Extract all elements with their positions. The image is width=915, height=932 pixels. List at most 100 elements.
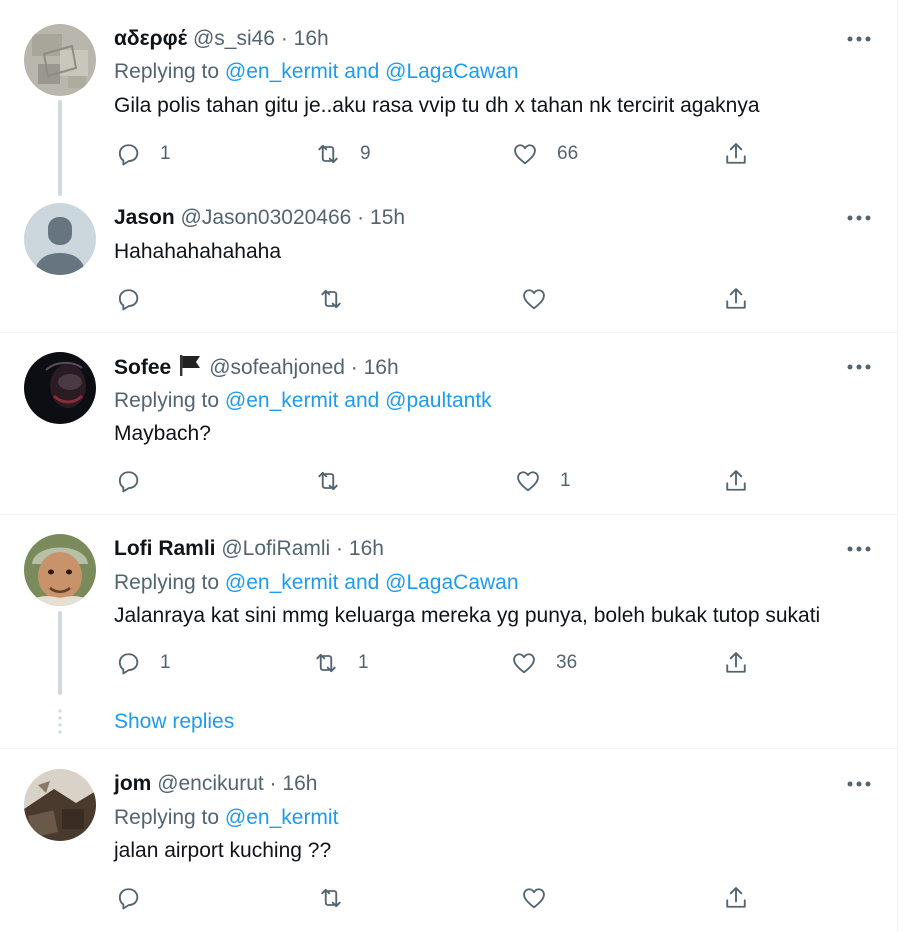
share-upload-icon (726, 652, 746, 673)
replying-mentions[interactable]: @en_kermit and @paultantk (225, 389, 492, 412)
share-button[interactable] (722, 464, 750, 498)
like-button[interactable] (520, 282, 548, 316)
heart-icon (514, 144, 536, 165)
retweet-button[interactable]: 1 (312, 646, 369, 680)
like-count: 1 (560, 470, 571, 491)
heart-icon (517, 471, 539, 492)
retweet-arrows-icon (318, 144, 338, 164)
retweet-button[interactable] (314, 464, 342, 498)
share-button[interactable] (722, 646, 750, 680)
avatar[interactable] (24, 203, 96, 275)
tweet-3[interactable]: Sofee @sofeahjoned · 16h Replying to @en_… (0, 333, 898, 514)
reply-feed: αδερφέ @s_si46 · 16h Replying to @en_ker… (0, 0, 898, 932)
heart-icon (523, 289, 545, 310)
separator: · (274, 27, 294, 50)
reply-bubble-icon (118, 888, 139, 910)
author-handle[interactable]: @s_si46 (193, 27, 275, 50)
like-count: 66 (557, 143, 579, 164)
reply-bubble-icon (118, 471, 139, 493)
thread-more-dots (58, 709, 62, 734)
replying-mentions[interactable]: @en_kermit and @LagaCawan (225, 60, 519, 83)
separator: · (330, 537, 349, 560)
reply-bubble-icon (118, 289, 139, 311)
retweet-button[interactable] (317, 881, 345, 915)
timestamp[interactable]: 16h (294, 27, 329, 50)
reply-bubble-icon (118, 144, 139, 166)
reply-count: 1 (160, 143, 171, 164)
avatar-image (24, 769, 96, 841)
tweet-2[interactable]: Jason @Jason03020466 · 15h Hahahahahahah… (0, 196, 898, 332)
separator: · (344, 356, 364, 379)
avatar[interactable] (24, 534, 96, 606)
avatar[interactable] (24, 352, 96, 424)
author-handle[interactable]: @encikurut (157, 772, 264, 795)
retweet-count: 9 (360, 143, 371, 164)
reply-button[interactable] (114, 282, 142, 316)
author-name[interactable]: jom (114, 772, 151, 795)
timestamp[interactable]: 16h (282, 772, 317, 795)
tweet-4[interactable]: Lofi Ramli @LofiRamli · 16h Replying to … (0, 515, 898, 748)
more-dots-icon[interactable] (846, 779, 872, 789)
share-button[interactable] (722, 137, 750, 171)
share-upload-icon (726, 887, 746, 908)
timestamp[interactable]: 16h (364, 356, 399, 379)
separator: · (351, 206, 371, 229)
avatar[interactable] (24, 769, 96, 841)
more-dots-icon[interactable] (846, 544, 872, 554)
author-name[interactable]: Jason (114, 206, 175, 229)
separator: · (263, 772, 283, 795)
like-button[interactable]: 66 (511, 137, 578, 171)
avatar[interactable] (24, 24, 96, 96)
author-handle[interactable]: @LofiRamli (221, 537, 330, 560)
replying-label: Replying to (114, 60, 225, 83)
reply-button[interactable] (114, 464, 142, 498)
avatar-image (24, 24, 96, 96)
timestamp[interactable]: 16h (349, 537, 384, 560)
replying-mentions[interactable]: @en_kermit (225, 806, 339, 829)
default-profile-icon (24, 203, 96, 275)
share-upload-icon (726, 288, 746, 309)
thread-connector (58, 611, 62, 695)
reply-bubble-icon (118, 653, 139, 675)
replying-mentions[interactable]: @en_kermit and @LagaCawan (225, 571, 519, 594)
like-button[interactable]: 1 (514, 464, 571, 498)
retweet-arrows-icon (321, 888, 341, 908)
retweet-button[interactable]: 9 (314, 137, 371, 171)
tweet-text: Jalanraya kat sini mmg keluarga mereka y… (114, 604, 821, 627)
author-name[interactable]: αδερφέ (114, 27, 187, 50)
tweet-1[interactable]: αδερφέ @s_si46 · 16h Replying to @en_ker… (0, 0, 898, 196)
tweet-text: Hahahahahahaha (114, 240, 281, 263)
tweet-text: jalan airport kuching ?? (114, 839, 332, 862)
heart-icon (523, 888, 545, 909)
retweet-button[interactable] (317, 282, 345, 316)
author-handle[interactable]: @Jason03020466 (181, 206, 352, 229)
author-name[interactable]: Sofee (114, 356, 171, 379)
like-button[interactable]: 36 (510, 646, 577, 680)
tweet-5[interactable]: jom @encikurut · 16h Replying to @en_ker… (0, 749, 898, 932)
retweet-arrows-icon (316, 653, 336, 673)
timestamp[interactable]: 15h (370, 206, 405, 229)
tweet-text: Gila polis tahan gitu je..aku rasa vvip … (114, 94, 760, 117)
replying-label: Replying to (114, 389, 225, 412)
replying-label: Replying to (114, 806, 225, 829)
more-dots-icon[interactable] (846, 34, 872, 44)
more-dots-icon[interactable] (846, 213, 872, 223)
reply-button[interactable] (114, 881, 142, 915)
share-button[interactable] (722, 282, 750, 316)
avatar-image (24, 352, 96, 424)
share-button[interactable] (722, 881, 750, 915)
retweet-arrows-icon (321, 289, 341, 309)
author-handle[interactable]: @sofeahjoned (209, 356, 345, 379)
share-upload-icon (726, 470, 746, 491)
author-name[interactable]: Lofi Ramli (114, 537, 216, 560)
reply-button[interactable]: 1 (114, 646, 171, 680)
like-button[interactable] (520, 881, 548, 915)
avatar-image (24, 534, 96, 606)
thread-connector (58, 100, 62, 196)
reply-button[interactable]: 1 (114, 137, 171, 171)
heart-icon (513, 653, 535, 674)
black-flag-icon (180, 355, 201, 376)
show-replies-link[interactable]: Show replies (114, 708, 234, 736)
more-dots-icon[interactable] (846, 362, 872, 372)
replying-label: Replying to (114, 571, 225, 594)
